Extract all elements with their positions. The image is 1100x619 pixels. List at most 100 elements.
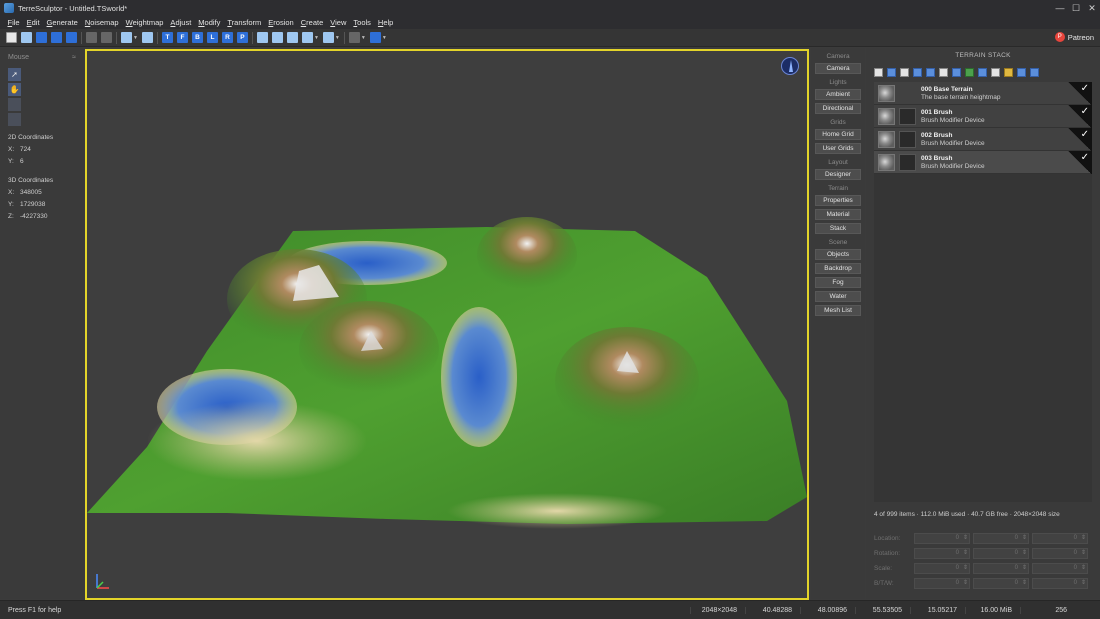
- menu-transform[interactable]: Transform: [224, 18, 265, 27]
- maximize-button[interactable]: ☐: [1068, 0, 1084, 16]
- move-down-icon[interactable]: [926, 67, 935, 77]
- wireframe-icon[interactable]: [271, 32, 283, 43]
- view-back-button[interactable]: B: [191, 32, 203, 43]
- duplicate-layer-icon[interactable]: [900, 67, 909, 77]
- undo-dropdown-icon[interactable]: ▼: [133, 35, 138, 41]
- menu-file[interactable]: File: [4, 18, 23, 27]
- points-icon[interactable]: [286, 32, 298, 43]
- view-perspective-button[interactable]: P: [236, 32, 248, 43]
- menu-help[interactable]: Help: [374, 18, 396, 27]
- view-front-button[interactable]: F: [176, 32, 188, 43]
- view-left-button[interactable]: L: [206, 32, 218, 43]
- camera-button[interactable]: Camera: [815, 63, 861, 74]
- cut-icon[interactable]: [952, 67, 961, 77]
- open-folder-icon[interactable]: [21, 32, 32, 43]
- backdrop-button[interactable]: Backdrop: [815, 263, 861, 274]
- menu-generate[interactable]: Generate: [43, 18, 81, 27]
- patreon-link[interactable]: P Patreon: [1054, 32, 1094, 42]
- directional-button[interactable]: Directional: [815, 103, 861, 114]
- tool-slot-icon[interactable]: [8, 98, 21, 111]
- menu-create[interactable]: Create: [297, 18, 327, 27]
- move-up-icon[interactable]: [913, 67, 922, 77]
- menu-modify[interactable]: Modify: [195, 18, 224, 27]
- home-grid-button[interactable]: Home Grid: [815, 129, 861, 140]
- copy-icon[interactable]: [86, 32, 97, 43]
- undo-icon[interactable]: [121, 32, 132, 43]
- new-layer-icon[interactable]: [874, 67, 883, 77]
- menu-weightmap[interactable]: Weightmap: [122, 18, 167, 27]
- sphere-icon[interactable]: [369, 32, 381, 43]
- layer-enabled-check-icon[interactable]: ✓: [1068, 128, 1092, 151]
- mask-thumbnail: [899, 130, 916, 148]
- transform-spinbox[interactable]: 0: [973, 563, 1029, 574]
- layer-row[interactable]: 001 Brush Brush Modifier Device ✓: [874, 105, 1092, 128]
- merge-icon[interactable]: [991, 67, 1000, 77]
- background-icon[interactable]: [348, 32, 360, 43]
- export-layer-icon[interactable]: [1017, 67, 1026, 77]
- close-button[interactable]: ✕: [1084, 0, 1100, 16]
- mesh-list-button[interactable]: Mesh List: [815, 305, 861, 316]
- shading-icon[interactable]: [301, 32, 313, 43]
- layout-icon[interactable]: [322, 32, 334, 43]
- new-file-icon[interactable]: [6, 32, 17, 43]
- transform-spinbox[interactable]: 0: [973, 533, 1029, 544]
- layer-enabled-check-icon[interactable]: ✓: [1068, 151, 1092, 174]
- export-icon[interactable]: [66, 32, 77, 43]
- tools-icon[interactable]: [141, 32, 153, 43]
- ambient-button[interactable]: Ambient: [815, 89, 861, 100]
- transform-spinbox[interactable]: 0: [914, 578, 970, 589]
- sphere-dropdown-icon[interactable]: ▼: [382, 35, 387, 41]
- play-icon[interactable]: [1030, 67, 1039, 77]
- save-layer-icon[interactable]: [887, 67, 896, 77]
- compass-icon[interactable]: [781, 57, 799, 75]
- transform-spinbox[interactable]: 0: [914, 533, 970, 544]
- menu-noisemap[interactable]: Noisemap: [81, 18, 122, 27]
- user-grids-button[interactable]: User Grids: [815, 143, 861, 154]
- paste-layer-icon[interactable]: [978, 67, 987, 77]
- copy-layer-icon[interactable]: [965, 67, 974, 77]
- terrain-render: [87, 217, 807, 529]
- menu-view[interactable]: View: [327, 18, 350, 27]
- menu-tools[interactable]: Tools: [350, 18, 375, 27]
- stack-button[interactable]: Stack: [815, 223, 861, 234]
- open-layer-folder-icon[interactable]: [1004, 67, 1013, 77]
- menu-adjust[interactable]: Adjust: [167, 18, 195, 27]
- layout-dropdown-icon[interactable]: ▼: [335, 35, 340, 41]
- objects-button[interactable]: Objects: [815, 249, 861, 260]
- menu-edit[interactable]: Edit: [23, 18, 43, 27]
- transform-spinbox[interactable]: 0: [914, 563, 970, 574]
- transform-spinbox[interactable]: 0: [1032, 533, 1088, 544]
- paste-icon[interactable]: [101, 32, 112, 43]
- save-icon[interactable]: [36, 32, 47, 43]
- transform-spinbox[interactable]: 0: [973, 578, 1029, 589]
- view-right-button[interactable]: R: [221, 32, 233, 43]
- transform-spinbox[interactable]: 0: [914, 548, 970, 559]
- hand-pan-icon[interactable]: ✋: [8, 83, 21, 96]
- save-as-icon[interactable]: [51, 32, 62, 43]
- fog-button[interactable]: Fog: [815, 277, 861, 288]
- menu-erosion[interactable]: Erosion: [265, 18, 297, 27]
- background-dropdown-icon[interactable]: ▼: [361, 35, 366, 41]
- edit-layer-icon[interactable]: [939, 67, 948, 77]
- layer-enabled-check-icon[interactable]: ✓: [1068, 105, 1092, 128]
- material-button[interactable]: Material: [815, 209, 861, 220]
- layer-row[interactable]: 003 Brush Brush Modifier Device ✓: [874, 151, 1092, 174]
- layer-row[interactable]: 000 Base Terrain The base terrain heightm…: [874, 82, 1092, 105]
- transform-spinbox[interactable]: 0: [1032, 563, 1088, 574]
- tool-slot-icon[interactable]: [8, 113, 21, 126]
- designer-button[interactable]: Designer: [815, 169, 861, 180]
- layer-enabled-check-icon[interactable]: ✓: [1068, 82, 1092, 105]
- transform-spinbox[interactable]: 0: [973, 548, 1029, 559]
- view-top-button[interactable]: T: [161, 32, 173, 43]
- water-button[interactable]: Water: [815, 291, 861, 302]
- properties-button[interactable]: Properties: [815, 195, 861, 206]
- transform-spinbox[interactable]: 0: [1032, 578, 1088, 589]
- transform-spinbox[interactable]: 0: [1032, 548, 1088, 559]
- terrain-viewport[interactable]: [85, 49, 809, 600]
- collapse-icon[interactable]: ≈: [72, 54, 76, 61]
- render-mode-icon[interactable]: [256, 32, 268, 43]
- layer-row[interactable]: 002 Brush Brush Modifier Device ✓: [874, 128, 1092, 151]
- shading-dropdown-icon[interactable]: ▼: [314, 35, 319, 41]
- select-arrow-icon[interactable]: ➚: [8, 68, 21, 81]
- minimize-button[interactable]: —: [1052, 0, 1068, 16]
